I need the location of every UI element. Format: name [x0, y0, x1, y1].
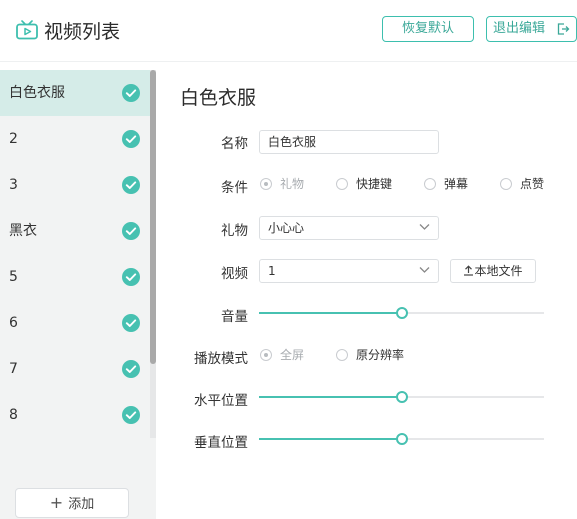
add-button[interactable]: + 添加	[15, 488, 129, 518]
chevron-down-icon	[419, 224, 430, 230]
condition-label: 条件	[221, 180, 248, 196]
add-button-label: 添加	[68, 497, 95, 512]
check-circle-icon	[122, 222, 140, 240]
condition-option-label: 礼物	[280, 177, 305, 191]
list-item-label: 8	[9, 407, 18, 423]
check-circle-icon	[122, 176, 140, 194]
video-list-window: 视频列表 恢复默认 退出编辑 白色衣服 2 3 黑衣 5 6 7 8 + 添加 …	[0, 0, 577, 519]
list-item[interactable]: 5	[0, 254, 150, 300]
name-label: 名称	[221, 136, 248, 152]
play-mode-option-label: 全屏	[280, 348, 305, 362]
video-label: 视频	[221, 266, 248, 282]
radio-dot	[260, 178, 272, 190]
slider-fill	[259, 438, 402, 440]
play-mode-label: 播放模式	[194, 351, 248, 367]
condition-option-label: 弹幕	[444, 177, 469, 191]
slider-fill	[259, 312, 402, 314]
check-circle-icon	[122, 314, 140, 332]
gift-select-value: 小心心	[268, 221, 305, 235]
slider-thumb[interactable]	[396, 391, 408, 403]
list-item-label: 6	[9, 315, 18, 331]
check-circle-icon	[122, 268, 140, 286]
slider-fill	[259, 396, 402, 398]
name-field[interactable]: 白色衣服	[259, 130, 439, 154]
radio-dot	[336, 178, 348, 190]
list-item-label: 3	[9, 177, 18, 193]
radio-dot	[336, 349, 348, 361]
play-mode-option-label: 原分辨率	[356, 348, 405, 362]
vertical-position-label: 垂直位置	[194, 435, 248, 451]
list-item[interactable]: 3	[0, 162, 150, 208]
horizontal-position-slider[interactable]	[259, 391, 544, 403]
volume-slider[interactable]	[259, 307, 544, 319]
check-circle-icon	[122, 360, 140, 378]
check-circle-icon	[122, 84, 140, 102]
video-select-value: 1	[268, 264, 276, 278]
list-item[interactable]: 8	[0, 392, 150, 438]
local-file-button[interactable]: 本地文件	[450, 259, 536, 283]
list-item[interactable]: 7	[0, 346, 150, 392]
radio-dot	[500, 178, 512, 190]
gift-label: 礼物	[221, 223, 248, 239]
check-circle-icon	[122, 130, 140, 148]
exit-edit-label: 退出编辑	[493, 21, 546, 36]
condition-option-label: 快捷键	[356, 177, 393, 191]
page-title: 视频列表	[44, 21, 121, 43]
video-list-sidebar: 白色衣服 2 3 黑衣 5 6 7 8 + 添加	[0, 70, 156, 519]
header: 视频列表 恢复默认 退出编辑	[0, 0, 577, 62]
list-item-label: 白色衣服	[9, 85, 65, 101]
list-item-label: 5	[9, 269, 18, 285]
vertical-position-slider[interactable]	[259, 433, 544, 445]
radio-dot	[260, 349, 272, 361]
local-file-label: 本地文件	[474, 264, 523, 278]
list-item-label: 7	[9, 361, 18, 377]
video-select[interactable]: 1	[259, 259, 439, 283]
list-item[interactable]: 6	[0, 300, 150, 346]
gift-select[interactable]: 小心心	[259, 216, 439, 240]
condition-option-label: 点赞	[520, 177, 545, 191]
chevron-down-icon	[419, 267, 430, 273]
tv-icon	[16, 20, 38, 40]
list-item-label: 2	[9, 131, 18, 147]
list-item[interactable]: 黑衣	[0, 208, 150, 254]
list-item[interactable]: 白色衣服	[0, 70, 150, 116]
volume-label: 音量	[221, 309, 248, 325]
exit-edit-button[interactable]: 退出编辑	[486, 16, 577, 42]
list-item-label: 黑衣	[9, 223, 37, 239]
slider-thumb[interactable]	[396, 433, 408, 445]
sidebar-scrollbar-thumb[interactable]	[150, 70, 156, 364]
upload-icon	[464, 265, 474, 276]
radio-dot	[424, 178, 436, 190]
plus-icon: +	[49, 493, 64, 512]
horizontal-position-label: 水平位置	[194, 393, 248, 409]
restore-default-button[interactable]: 恢复默认	[382, 16, 474, 42]
form-title: 白色衣服	[180, 87, 257, 109]
exit-icon	[557, 23, 570, 35]
slider-thumb[interactable]	[396, 307, 408, 319]
list-item[interactable]: 2	[0, 116, 150, 162]
check-circle-icon	[122, 406, 140, 424]
